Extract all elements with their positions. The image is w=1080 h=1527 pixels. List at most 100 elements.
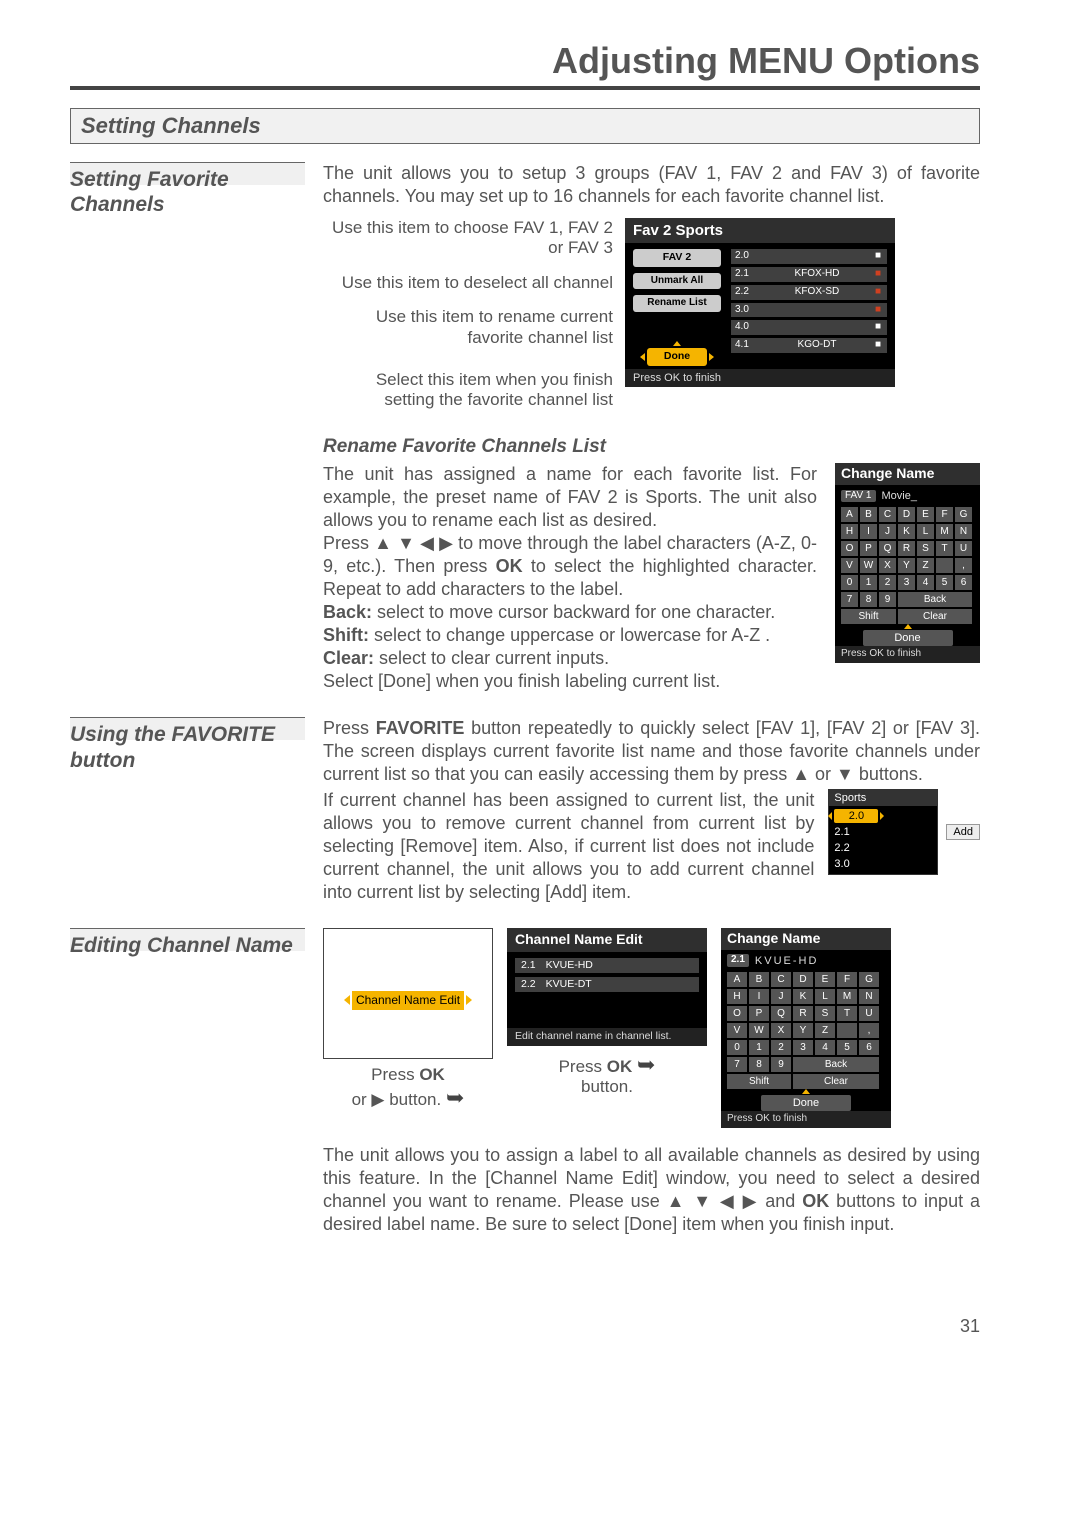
key[interactable]: [837, 1023, 857, 1038]
key[interactable]: U: [859, 1006, 879, 1021]
key[interactable]: S: [917, 541, 934, 556]
key[interactable]: I: [860, 524, 877, 539]
key[interactable]: X: [879, 558, 896, 573]
change-name-keyboard[interactable]: A B C D E F G H I J K L M N O: [835, 505, 980, 626]
key[interactable]: P: [749, 1006, 769, 1021]
key[interactable]: ,: [955, 558, 972, 573]
key[interactable]: M: [936, 524, 953, 539]
key[interactable]: 1: [749, 1040, 769, 1055]
key-done[interactable]: Done: [761, 1095, 851, 1111]
key[interactable]: 5: [936, 575, 953, 590]
key[interactable]: B: [749, 972, 769, 987]
key[interactable]: L: [815, 989, 835, 1004]
key[interactable]: K: [793, 989, 813, 1004]
key[interactable]: G: [955, 507, 972, 522]
key[interactable]: 6: [859, 1040, 879, 1055]
key[interactable]: 4: [917, 575, 934, 590]
key[interactable]: N: [955, 524, 972, 539]
key[interactable]: T: [936, 541, 953, 556]
key[interactable]: H: [841, 524, 858, 539]
key[interactable]: 2: [771, 1040, 791, 1055]
key[interactable]: X: [771, 1023, 791, 1038]
key[interactable]: L: [917, 524, 934, 539]
key[interactable]: 9: [879, 592, 896, 607]
key[interactable]: 6: [955, 575, 972, 590]
key[interactable]: C: [771, 972, 791, 987]
favpop-item[interactable]: 2.2: [834, 841, 932, 855]
table-row[interactable]: 4.1 KGO-DT ■: [731, 338, 887, 353]
key[interactable]: 7: [841, 592, 858, 607]
key[interactable]: Z: [917, 558, 934, 573]
key[interactable]: P: [860, 541, 877, 556]
key-shift[interactable]: Shift: [841, 609, 896, 624]
key-done[interactable]: Done: [863, 630, 953, 646]
change-name-keyboard[interactable]: A B C D E F G H I J K L M N O: [721, 970, 891, 1091]
key[interactable]: 0: [841, 575, 858, 590]
favpop-selected[interactable]: 2.0: [834, 809, 878, 823]
table-row[interactable]: 3.0 ■: [731, 303, 887, 318]
key[interactable]: F: [936, 507, 953, 522]
key[interactable]: U: [955, 541, 972, 556]
key[interactable]: 7: [727, 1057, 747, 1072]
key[interactable]: M: [837, 989, 857, 1004]
osd-done-button[interactable]: Done: [647, 348, 707, 365]
key[interactable]: N: [859, 989, 879, 1004]
key[interactable]: A: [841, 507, 858, 522]
key-clear[interactable]: Clear: [793, 1074, 879, 1089]
table-row[interactable]: 2.0 ■: [731, 249, 887, 264]
key[interactable]: Q: [771, 1006, 791, 1021]
key-clear[interactable]: Clear: [898, 609, 972, 624]
key[interactable]: 3: [793, 1040, 813, 1055]
channel-name-edit-item[interactable]: Channel Name Edit: [352, 991, 464, 1010]
key[interactable]: 9: [771, 1057, 791, 1072]
table-row[interactable]: 2.2 KVUE-DT: [515, 977, 699, 992]
table-row[interactable]: 4.0 ■: [731, 320, 887, 335]
key[interactable]: V: [841, 558, 858, 573]
key[interactable]: ,: [859, 1023, 879, 1038]
key[interactable]: A: [727, 972, 747, 987]
key[interactable]: S: [815, 1006, 835, 1021]
key[interactable]: 2: [879, 575, 896, 590]
key[interactable]: 8: [749, 1057, 769, 1072]
key[interactable]: J: [879, 524, 896, 539]
key[interactable]: G: [859, 972, 879, 987]
key[interactable]: H: [727, 989, 747, 1004]
key[interactable]: R: [898, 541, 915, 556]
table-row[interactable]: 2.1 KVUE-HD: [515, 958, 699, 973]
favpop-item[interactable]: 3.0: [834, 857, 932, 871]
key[interactable]: 1: [860, 575, 877, 590]
key[interactable]: W: [860, 558, 877, 573]
key[interactable]: Y: [793, 1023, 813, 1038]
key[interactable]: C: [879, 507, 896, 522]
key[interactable]: F: [837, 972, 857, 987]
key[interactable]: I: [749, 989, 769, 1004]
key[interactable]: J: [771, 989, 791, 1004]
favpop-item[interactable]: 2.1: [834, 825, 932, 839]
key[interactable]: Z: [815, 1023, 835, 1038]
osd-fav2-button[interactable]: FAV 2: [633, 249, 721, 266]
osd-unmark-all-button[interactable]: Unmark All: [633, 273, 721, 290]
key[interactable]: 8: [860, 592, 877, 607]
favpop-add-button[interactable]: Add: [946, 824, 980, 840]
key-back[interactable]: Back: [898, 592, 972, 607]
key[interactable]: T: [837, 1006, 857, 1021]
key-back[interactable]: Back: [793, 1057, 879, 1072]
key[interactable]: D: [793, 972, 813, 987]
key[interactable]: O: [727, 1006, 747, 1021]
key[interactable]: 4: [815, 1040, 835, 1055]
key[interactable]: W: [749, 1023, 769, 1038]
key[interactable]: 5: [837, 1040, 857, 1055]
key[interactable]: V: [727, 1023, 747, 1038]
key[interactable]: 0: [727, 1040, 747, 1055]
osd-rename-list-button[interactable]: Rename List: [633, 295, 721, 312]
table-row[interactable]: 2.1 KFOX-HD ■: [731, 267, 887, 282]
table-row[interactable]: 2.2 KFOX-SD ■: [731, 285, 887, 300]
key[interactable]: K: [898, 524, 915, 539]
key-shift[interactable]: Shift: [727, 1074, 791, 1089]
key[interactable]: O: [841, 541, 858, 556]
key[interactable]: E: [917, 507, 934, 522]
key[interactable]: D: [898, 507, 915, 522]
key[interactable]: [936, 558, 953, 573]
key[interactable]: B: [860, 507, 877, 522]
key[interactable]: R: [793, 1006, 813, 1021]
